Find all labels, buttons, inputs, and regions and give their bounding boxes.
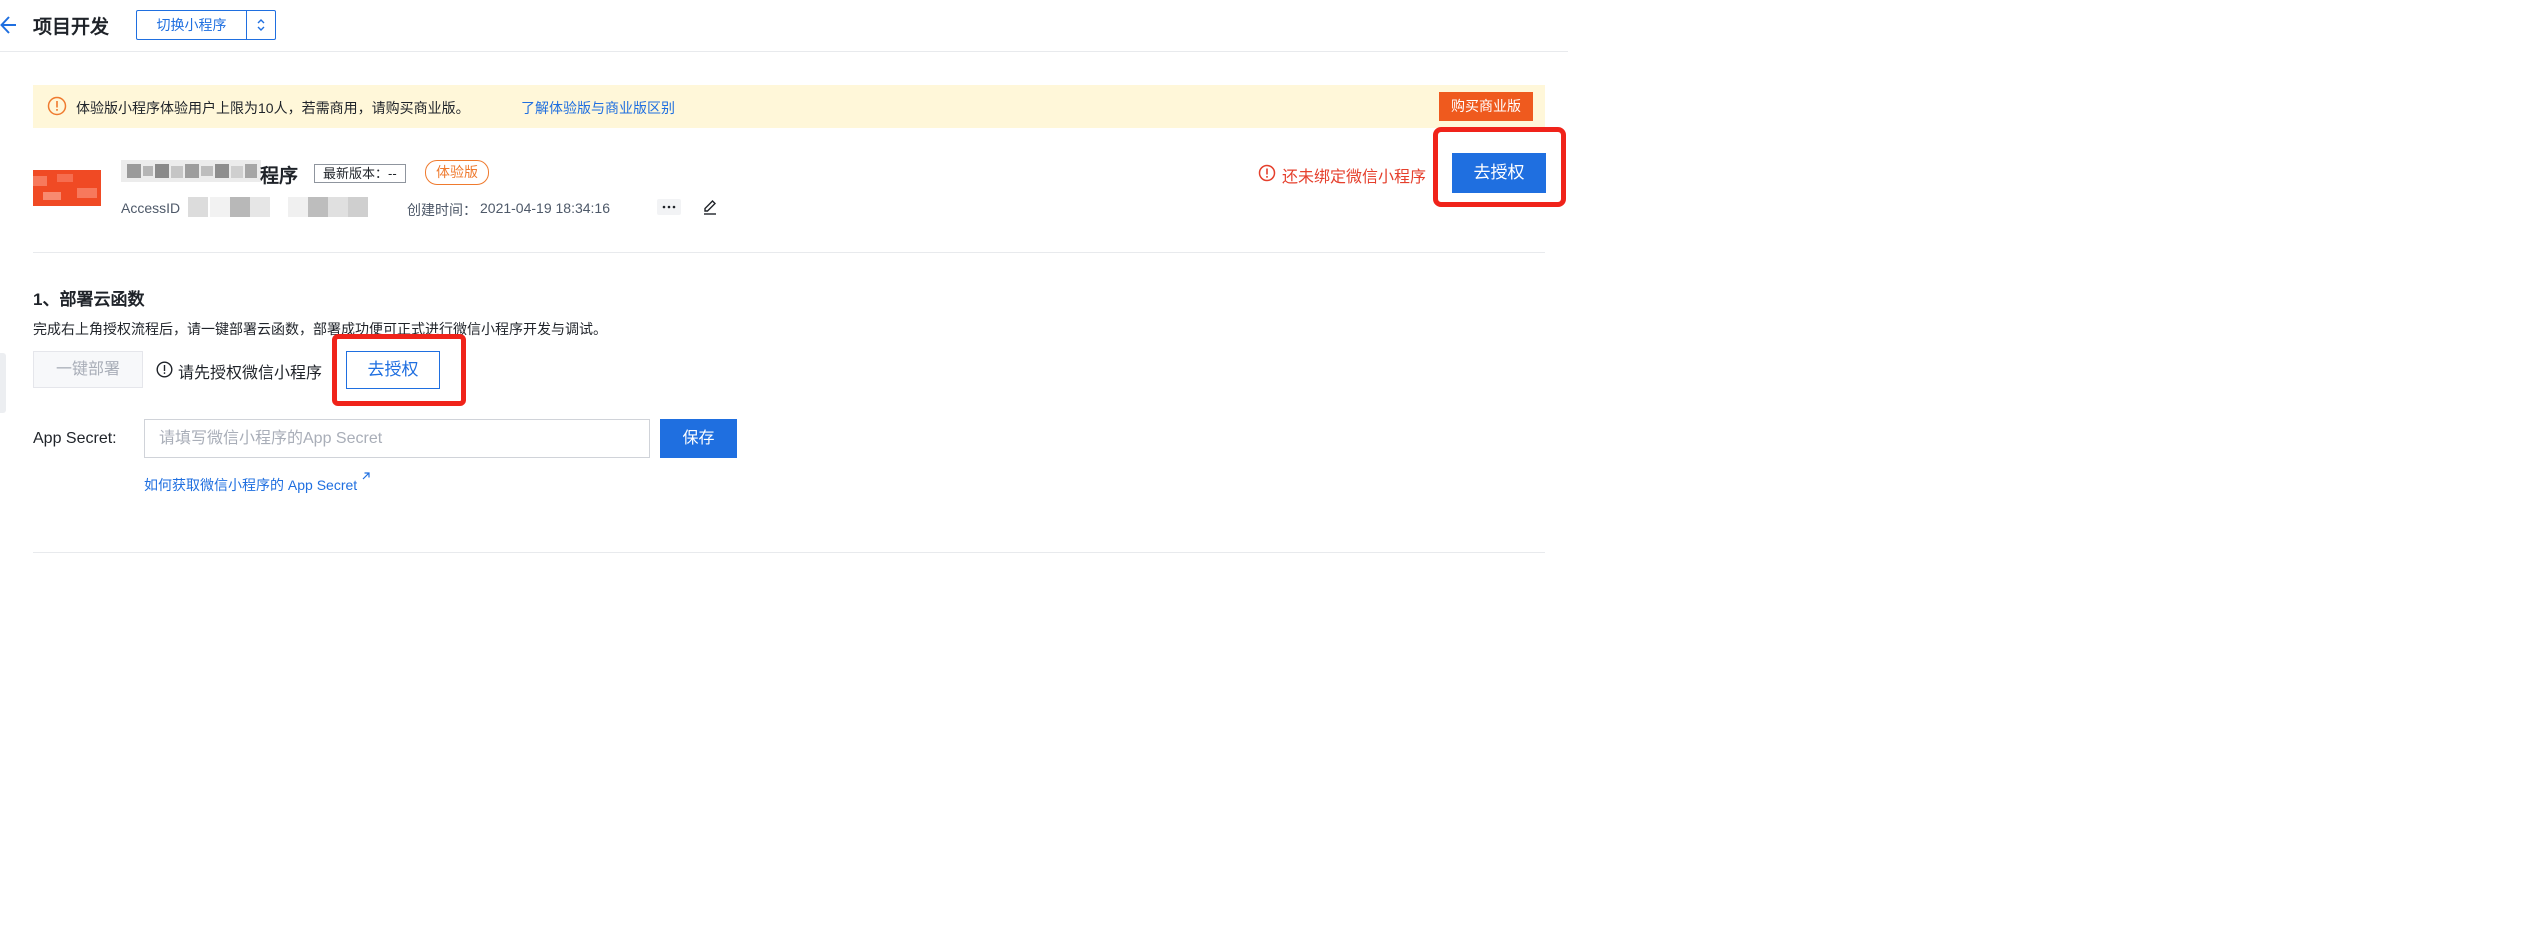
switch-miniprogram-button[interactable]: 切换小程序 — [137, 11, 247, 39]
external-link-icon — [362, 472, 370, 480]
trial-badge: 体验版 — [425, 160, 489, 185]
warning-icon — [1258, 164, 1276, 182]
app-name: 程序 — [260, 166, 299, 187]
bottom-divider — [33, 552, 1545, 553]
one-click-deploy-button[interactable]: 一键部署 — [33, 351, 143, 388]
access-id-label: AccessID — [121, 200, 181, 216]
app-secret-input[interactable] — [144, 419, 650, 458]
create-time-label: 创建时间： — [407, 202, 477, 218]
info-icon — [47, 96, 67, 116]
highlight-box-top — [1433, 127, 1566, 207]
app-logo — [33, 170, 101, 206]
more-icon[interactable] — [657, 199, 681, 215]
chevron-up-down-icon — [257, 19, 265, 31]
switch-dropdown-toggle[interactable] — [247, 11, 275, 39]
app-secret-help-link[interactable]: 如何获取微信小程序的 App Secret — [144, 472, 371, 495]
authorize-tip-text: 请先授权微信小程序 — [178, 365, 323, 382]
section-divider — [33, 252, 1545, 253]
deploy-section-description: 完成右上角授权流程后，请一键部署云函数，部署成功便可正式进行微信小程序开发与调试… — [33, 321, 607, 337]
page-title: 项目开发 — [33, 17, 110, 38]
deploy-section-title: 1、部署云函数 — [33, 290, 145, 309]
alert-circle-icon — [156, 361, 173, 378]
access-id-redacted — [188, 197, 368, 217]
arrow-left-icon[interactable] — [0, 12, 22, 38]
app-secret-label: App Secret: — [33, 430, 117, 447]
switch-miniprogram-control[interactable]: 切换小程序 — [136, 10, 276, 40]
bind-warning-text: 还未绑定微信小程序 — [1282, 169, 1427, 186]
highlight-box-deploy — [332, 334, 466, 406]
notice-text: 体验版小程序体验用户上限为10人，若需商用，请购买商业版。 — [76, 100, 470, 116]
top-header: 项目开发 切换小程序 — [0, 0, 1568, 52]
app-name-redacted — [121, 160, 261, 182]
notice-banner: 体验版小程序体验用户上限为10人，若需商用，请购买商业版。 了解体验版与商业版区… — [33, 85, 1545, 128]
version-tag: 最新版本：-- — [314, 164, 406, 183]
edit-icon[interactable] — [701, 198, 719, 216]
create-time-value: 2021-04-19 18:34:16 — [480, 200, 610, 216]
side-collapse-handle[interactable] — [0, 353, 6, 413]
plan-difference-link[interactable]: 了解体验版与商业版区别 — [521, 98, 675, 118]
buy-commercial-button[interactable]: 购买商业版 — [1439, 92, 1533, 121]
app-secret-help-link-text[interactable]: 如何获取微信小程序的 App Secret — [144, 475, 357, 495]
save-secret-button[interactable]: 保存 — [660, 419, 737, 458]
